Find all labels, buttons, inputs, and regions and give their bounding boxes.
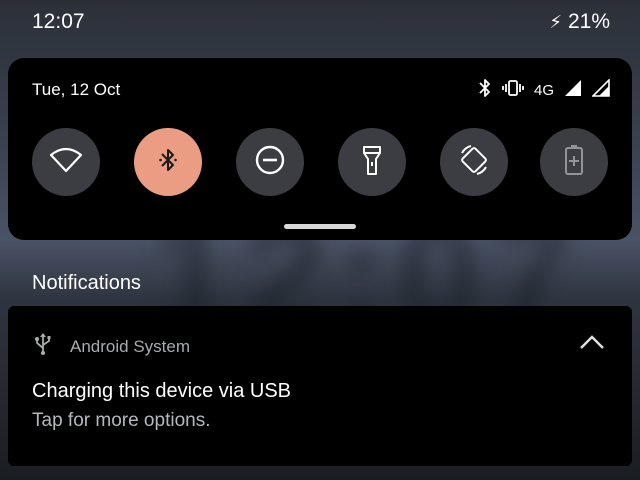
notification-app-name: Android System [70,336,190,356]
status-time: 12:07 [32,10,85,33]
do-not-disturb-icon [254,144,286,181]
battery-percent: 21% [567,10,610,33]
tile-flashlight[interactable] [338,128,406,196]
vibrate-icon [502,78,524,103]
auto-rotate-icon [457,143,491,182]
notification-app-row: Android System [32,332,190,361]
quick-settings-panel: Tue, 12 Oct 4G [8,58,632,240]
tile-wifi[interactable] [32,128,100,196]
usb-icon [32,332,54,361]
bluetooth-icon [478,78,492,103]
status-bar: 12:07 ⚡︎ 21% [0,0,640,44]
flashlight-icon [361,144,383,181]
battery-saver-icon [564,144,584,181]
qs-status-icons: 4G [478,77,610,103]
collapse-notification-button[interactable] [576,330,608,358]
notification-body: Tap for more options. [32,410,211,431]
qs-date: Tue, 12 Oct [32,80,121,99]
notification-card[interactable]: Android System Charging this device via … [8,306,632,466]
battery-status: ⚡︎ 21% [549,10,610,34]
bolt-icon: ⚡︎ [549,11,562,32]
tile-battery-saver[interactable] [540,128,608,196]
panel-drag-handle[interactable] [284,224,356,229]
notifications-header: Notifications [32,272,141,294]
wifi-icon [49,147,83,178]
signal-icon [564,79,582,102]
tile-bluetooth[interactable] [134,128,202,196]
signal-icon [591,77,610,102]
bluetooth-icon [159,147,177,178]
tile-auto-rotate[interactable] [440,128,508,196]
notification-title: Charging this device via USB [32,380,292,402]
quick-settings-tiles [32,128,608,196]
tile-do-not-disturb[interactable] [236,128,304,196]
network-type-label: 4G [533,81,554,99]
chevron-up-icon [579,334,605,355]
